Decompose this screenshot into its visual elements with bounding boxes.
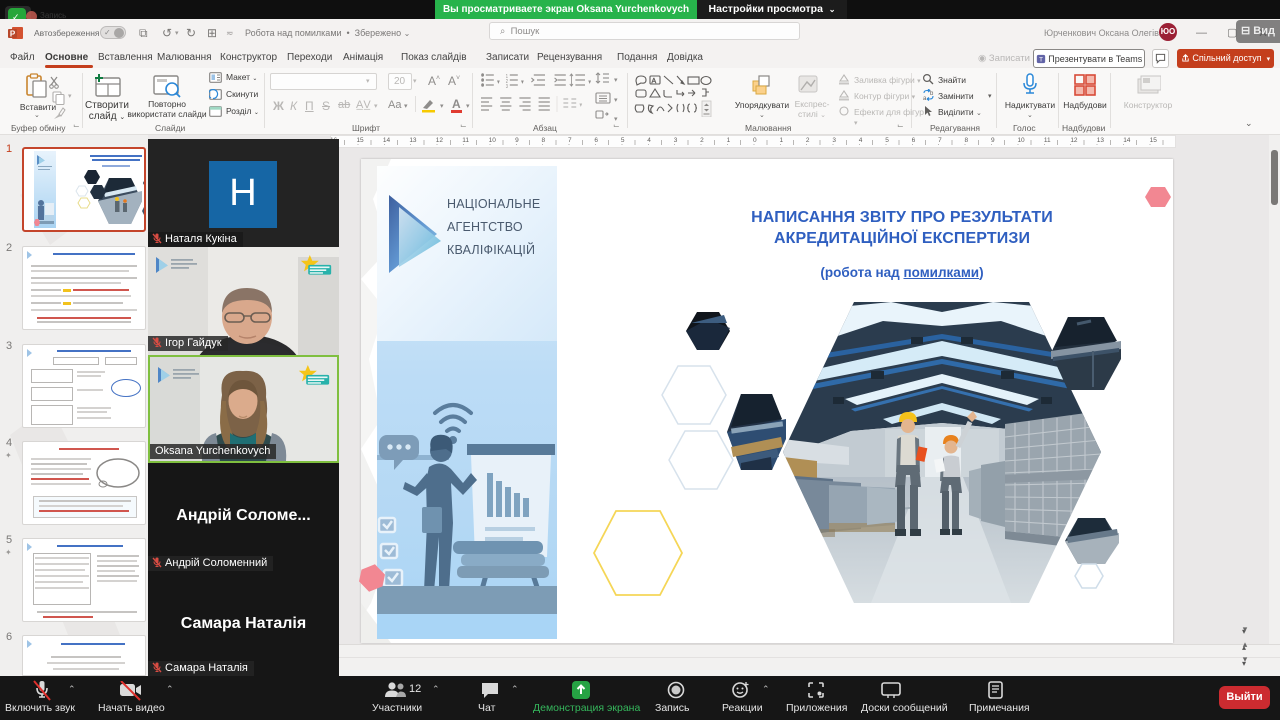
svg-text:P: P	[10, 30, 16, 39]
svg-text:a: a	[923, 96, 927, 101]
svg-text:▾: ▾	[497, 78, 500, 86]
svg-text:▾: ▾	[521, 78, 524, 86]
svg-text:▾: ▾	[614, 97, 618, 104]
svg-text:3: 3	[506, 84, 509, 90]
svg-text:T: T	[1039, 56, 1043, 63]
svg-text:A: A	[652, 78, 657, 85]
svg-text:▾: ▾	[614, 116, 618, 123]
svg-text:▾: ▾	[614, 77, 618, 84]
svg-text:▾: ▾	[579, 101, 582, 109]
svg-text:▾: ▾	[588, 78, 591, 86]
